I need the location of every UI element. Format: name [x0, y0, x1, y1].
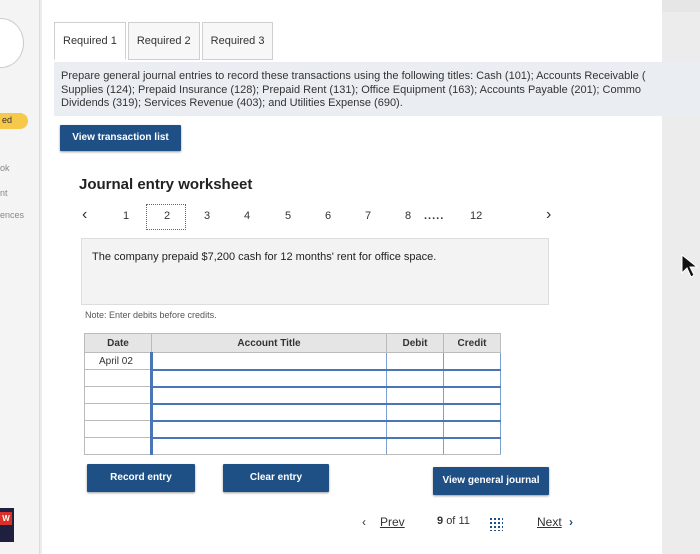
debit-input[interactable] — [386, 420, 444, 439]
journal-table: Date Account Title Debit Credit April 02 — [84, 333, 501, 455]
transaction-description: The company prepaid $7,200 cash for 12 m… — [81, 238, 549, 305]
instructions-line-1: Prepare general journal entries to recor… — [61, 70, 646, 82]
debit-input[interactable] — [386, 352, 444, 371]
date-cell[interactable] — [84, 437, 152, 455]
table-row — [84, 437, 501, 455]
table-row: April 02 — [84, 352, 501, 371]
clear-entry-button[interactable]: Clear entry — [223, 464, 329, 492]
next-link[interactable]: Next — [537, 515, 562, 529]
page-5[interactable]: 5 — [285, 210, 291, 222]
sidebar-label-nt[interactable]: nt — [0, 188, 8, 198]
credit-input[interactable] — [443, 437, 501, 455]
sidebar-label-ences[interactable]: ences — [0, 210, 24, 220]
requirement-tabs: Required 1 Required 2 Required 3 — [54, 22, 275, 60]
debit-input[interactable] — [386, 386, 444, 405]
account-title-input[interactable] — [150, 352, 387, 371]
page-of: of — [446, 515, 456, 527]
date-cell[interactable] — [84, 403, 152, 421]
pager-ellipsis: ..... — [424, 210, 445, 222]
date-cell[interactable] — [84, 369, 152, 387]
entry-pager: ‹ 1 2 3 4 5 6 7 8 ..... 12 › — [80, 204, 560, 232]
view-general-journal-button[interactable]: View general journal — [433, 467, 549, 495]
view-transaction-list-button[interactable]: View transaction list — [60, 125, 181, 151]
sidebar-circle[interactable] — [0, 18, 24, 68]
sidebar-badge: ed — [0, 113, 28, 129]
left-sidebar: ed ok nt ences W — [0, 0, 40, 554]
record-entry-button[interactable]: Record entry — [87, 464, 195, 492]
mouse-cursor-icon — [681, 253, 699, 278]
table-row — [84, 420, 501, 439]
account-title-input[interactable] — [150, 386, 387, 405]
credit-input[interactable] — [443, 420, 501, 439]
page-12[interactable]: 12 — [470, 210, 482, 222]
next-chevron-icon[interactable]: › — [569, 515, 573, 529]
debits-note: Note: Enter debits before credits. — [85, 310, 217, 320]
table-header-row: Date Account Title Debit Credit — [84, 333, 501, 353]
sidebar-label-ok[interactable]: ok — [0, 163, 10, 173]
table-row — [84, 386, 501, 405]
account-title-input[interactable] — [150, 403, 387, 422]
account-title-header: Account Title — [151, 333, 387, 353]
debit-header: Debit — [386, 333, 444, 353]
credit-input[interactable] — [443, 403, 501, 422]
chevron-left-icon[interactable]: ‹ — [82, 206, 87, 224]
credit-input[interactable] — [443, 369, 501, 388]
tab-required-1[interactable]: Required 1 — [54, 22, 126, 60]
current-page: 9 — [437, 515, 444, 527]
instructions-line-2: Supplies (124); Prepaid Insurance (128);… — [61, 83, 642, 96]
date-header: Date — [84, 333, 152, 353]
worksheet-title: Journal entry worksheet — [79, 176, 253, 193]
chevron-right-icon[interactable]: › — [546, 206, 551, 224]
table-row — [84, 403, 501, 422]
table-row — [84, 369, 501, 388]
date-cell[interactable] — [84, 386, 152, 404]
credit-input[interactable] — [443, 386, 501, 405]
debit-input[interactable] — [386, 403, 444, 422]
date-cell[interactable]: April 02 — [84, 352, 152, 370]
account-title-input[interactable] — [150, 369, 387, 388]
account-title-input[interactable] — [150, 437, 387, 455]
page-7[interactable]: 7 — [365, 210, 371, 222]
page-6[interactable]: 6 — [325, 210, 331, 222]
prev-chevron-icon[interactable]: ‹ — [362, 515, 366, 529]
prev-link[interactable]: Prev — [380, 515, 405, 529]
instructions-line-3: Dividends (319); Services Revenue (403);… — [61, 97, 403, 109]
debit-input[interactable] — [386, 369, 444, 388]
transaction-text: The company prepaid $7,200 cash for 12 m… — [92, 251, 437, 263]
credit-header: Credit — [443, 333, 501, 353]
page-indicator: 9 of 11 — [437, 515, 470, 527]
page-4[interactable]: 4 — [244, 210, 250, 222]
date-cell[interactable] — [84, 420, 152, 438]
credit-input[interactable] — [443, 352, 501, 371]
page-3[interactable]: 3 — [204, 210, 210, 222]
page-2[interactable]: 2 — [164, 210, 170, 222]
page-1[interactable]: 1 — [123, 210, 129, 222]
w-badge: W — [0, 512, 12, 525]
grid-icon[interactable] — [489, 517, 503, 531]
instructions: Prepare general journal entries to recor… — [54, 62, 700, 116]
account-title-input[interactable] — [150, 420, 387, 439]
debit-input[interactable] — [386, 437, 444, 455]
page-8[interactable]: 8 — [405, 210, 411, 222]
tab-required-2[interactable]: Required 2 — [127, 22, 200, 60]
tab-required-3[interactable]: Required 3 — [201, 22, 274, 60]
total-pages: 11 — [458, 515, 470, 527]
